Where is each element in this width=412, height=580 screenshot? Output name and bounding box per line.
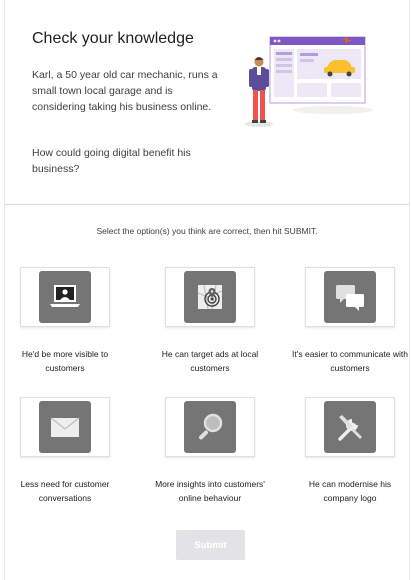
option-card[interactable] [165, 267, 255, 327]
envelope-icon [39, 401, 91, 453]
option-card[interactable] [165, 397, 255, 457]
page-title: Check your knowledge [32, 30, 194, 47]
option-label: He can target ads at local customers [161, 349, 259, 373]
option-label: More insights into customers' online beh… [155, 479, 265, 503]
mechanic-website-illustration [245, 36, 373, 127]
option-modernise-logo[interactable]: He can modernise his company logo [290, 397, 410, 505]
scenario-text: Karl, a 50 year old car mechanic, runs a… [32, 69, 218, 113]
chat-bubbles-icon [324, 271, 376, 323]
instruction-text: Select the option(s) you think are corre… [96, 226, 318, 236]
question-header: Check your knowledge Karl, a 50 year old… [5, 0, 409, 205]
option-less-conversations[interactable]: Less need for customer conversations [5, 397, 125, 505]
quiz-frame: Check your knowledge Karl, a 50 year old… [4, 0, 410, 580]
option-card[interactable] [20, 267, 110, 327]
option-label: It's easier to communicate with customer… [292, 349, 408, 373]
option-card[interactable] [305, 267, 395, 327]
option-label: He can modernise his company logo [308, 479, 392, 503]
laptop-person-icon [39, 271, 91, 323]
option-more-insights[interactable]: More insights into customers' online beh… [150, 397, 270, 505]
submit-button[interactable]: Submit [176, 530, 245, 560]
map-target-icon [184, 271, 236, 323]
option-more-visible[interactable]: He'd be more visible to customers [5, 267, 125, 375]
tools-icon [324, 401, 376, 453]
option-label: He'd be more visible to customers [21, 349, 109, 373]
option-easier-communicate[interactable]: It's easier to communicate with customer… [290, 267, 410, 375]
option-target-ads[interactable]: He can target ads at local customers [150, 267, 270, 375]
option-card[interactable] [305, 397, 395, 457]
option-card[interactable] [20, 397, 110, 457]
magnifier-icon [184, 401, 236, 453]
question-text: How could going digital benefit his busi… [32, 147, 191, 175]
option-label: Less need for customer conversations [20, 479, 110, 503]
